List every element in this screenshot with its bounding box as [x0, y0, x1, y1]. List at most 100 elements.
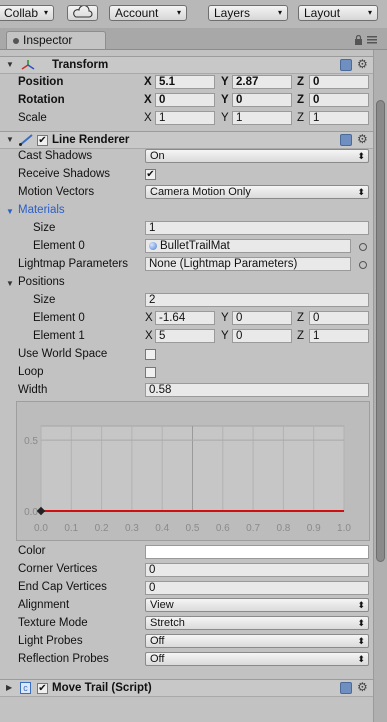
fold-arrow-icon[interactable]: ▼ — [6, 136, 14, 144]
width-field[interactable]: 0.58 — [145, 383, 369, 397]
use-world-space-checkbox[interactable] — [145, 349, 156, 360]
line-renderer-enabled-checkbox[interactable]: ✔ — [37, 135, 48, 146]
gear-icon[interactable]: ⚙ — [357, 57, 368, 71]
scale-y-label[interactable]: Y — [221, 112, 229, 124]
pos0-z-label[interactable]: Z — [297, 312, 304, 324]
width-curve-chart[interactable]: 0.0 0.1 0.2 0.3 0.4 0.5 0.6 0.7 0.8 0.9 1.0 0.5 0.0 — [17, 402, 369, 540]
lock-icon[interactable] — [354, 35, 363, 45]
positions-element0-label: Element 0 — [33, 312, 85, 324]
materials-size-field[interactable]: 1 — [145, 221, 369, 235]
updown-arrow-icon: ⬍ — [357, 151, 365, 161]
loop-checkbox[interactable] — [145, 367, 156, 378]
positions-fold-icon[interactable]: ▼ — [6, 280, 14, 288]
cast-shadows-label: Cast Shadows — [18, 150, 93, 162]
positions-label[interactable]: Positions — [18, 276, 65, 288]
reflection-probes-dropdown[interactable]: Off ⬍ — [145, 652, 369, 666]
tab-inspector[interactable]: Inspector — [6, 31, 106, 49]
pos1-x-field[interactable]: 5 — [155, 329, 215, 343]
motion-vectors-value: Camera Motion Only — [150, 186, 251, 198]
pos0-y-label[interactable]: Y — [221, 312, 229, 324]
texture-mode-value: Stretch — [150, 617, 185, 629]
pos0-x-field[interactable]: -1.64 — [155, 311, 215, 325]
inspector-scrollbar[interactable] — [373, 50, 387, 722]
help-book-icon[interactable] — [340, 134, 352, 146]
color-gradient-field[interactable] — [145, 545, 369, 559]
position-z-label[interactable]: Z — [297, 76, 304, 88]
move-trail-enabled-checkbox[interactable]: ✔ — [37, 683, 48, 694]
corner-vertices-field[interactable]: 0 — [145, 563, 369, 577]
materials-fold-icon[interactable]: ▼ — [6, 208, 14, 216]
position-z-field[interactable]: 0 — [309, 75, 369, 89]
updown-arrow-icon: ⬍ — [357, 618, 365, 628]
move-trail-header[interactable]: ▶ c ✔ Move Trail (Script) ⚙ — [0, 679, 373, 697]
fold-arrow-icon[interactable]: ▼ — [6, 61, 14, 69]
receive-shadows-checkbox[interactable]: ✔ — [145, 169, 156, 180]
updown-arrow-icon: ⬍ — [357, 636, 365, 646]
gear-icon[interactable]: ⚙ — [357, 680, 368, 694]
reflection-probes-label: Reflection Probes — [18, 653, 109, 665]
account-button[interactable]: Account ▾ — [109, 5, 187, 21]
gear-icon[interactable]: ⚙ — [357, 132, 368, 146]
material-object-field[interactable]: BulletTrailMat — [145, 239, 351, 253]
pos1-z-label[interactable]: Z — [297, 330, 304, 342]
rotation-label: Rotation — [18, 94, 65, 106]
pos0-x-label[interactable]: X — [145, 312, 153, 324]
collab-button[interactable]: Collab ▾ — [0, 5, 54, 21]
pos1-y-label[interactable]: Y — [221, 330, 229, 342]
help-book-icon[interactable] — [340, 59, 352, 71]
updown-arrow-icon: ⬍ — [357, 654, 365, 664]
position-y-field[interactable]: 2.87 — [232, 75, 292, 89]
width-curve-editor[interactable]: 0.0 0.1 0.2 0.3 0.4 0.5 0.6 0.7 0.8 0.9 1.0 0.5 0.0 — [16, 401, 370, 541]
material-sphere-icon — [149, 242, 157, 250]
pos1-x-label[interactable]: X — [145, 330, 153, 342]
line-renderer-header[interactable]: ▼ ✔ Line Renderer ⚙ — [0, 131, 373, 149]
x-tick-label: 0.1 — [64, 523, 78, 534]
rotation-y-field[interactable]: 0 — [232, 93, 292, 107]
cloud-button[interactable] — [67, 4, 98, 21]
cast-shadows-dropdown[interactable]: On ⬍ — [145, 149, 369, 163]
end-cap-vertices-field[interactable]: 0 — [145, 581, 369, 595]
position-x-field[interactable]: 5.1 — [155, 75, 215, 89]
position-x-label[interactable]: X — [144, 76, 152, 88]
positions-element1-label: Element 1 — [33, 330, 85, 342]
pos0-z-field[interactable]: 0 — [309, 311, 369, 325]
cast-shadows-value: On — [150, 150, 165, 162]
lightmap-parameters-label: Lightmap Parameters — [18, 258, 128, 270]
lightmap-parameters-field[interactable]: None (Lightmap Parameters) — [145, 257, 351, 271]
scale-y-field[interactable]: 1 — [232, 111, 292, 125]
rotation-z-label[interactable]: Z — [297, 94, 304, 106]
layout-button[interactable]: Layout ▾ — [298, 5, 378, 21]
materials-size-label: Size — [33, 222, 56, 234]
x-tick-label: 0.2 — [95, 523, 109, 534]
rotation-y-label[interactable]: Y — [221, 94, 229, 106]
texture-mode-dropdown[interactable]: Stretch ⬍ — [145, 616, 369, 630]
scale-x-label[interactable]: X — [144, 112, 152, 124]
pos1-z-field[interactable]: 1 — [309, 329, 369, 343]
object-picker-icon[interactable] — [359, 261, 367, 269]
rotation-z-field[interactable]: 0 — [309, 93, 369, 107]
help-book-icon[interactable] — [340, 682, 352, 694]
x-tick-label: 0.7 — [246, 523, 260, 534]
position-y-label[interactable]: Y — [221, 76, 229, 88]
object-picker-icon[interactable] — [359, 243, 367, 251]
loop-label: Loop — [18, 366, 44, 378]
menu-icon[interactable] — [367, 36, 377, 44]
transform-header[interactable]: ▼ Transform ⚙ — [0, 56, 373, 74]
positions-size-field[interactable]: 2 — [145, 293, 369, 307]
motion-vectors-dropdown[interactable]: Camera Motion Only ⬍ — [145, 185, 369, 199]
reflection-probes-value: Off — [150, 653, 165, 665]
light-probes-dropdown[interactable]: Off ⬍ — [145, 634, 369, 648]
transform-title: Transform — [52, 59, 109, 71]
pos1-y-field[interactable]: 0 — [232, 329, 292, 343]
pos0-y-field[interactable]: 0 — [232, 311, 292, 325]
materials-label[interactable]: Materials — [18, 204, 65, 216]
rotation-x-field[interactable]: 0 — [155, 93, 215, 107]
fold-arrow-icon[interactable]: ▶ — [6, 684, 14, 692]
scrollbar-thumb[interactable] — [376, 100, 385, 562]
rotation-x-label[interactable]: X — [144, 94, 152, 106]
scale-z-label[interactable]: Z — [297, 112, 304, 124]
layers-button[interactable]: Layers ▾ — [208, 5, 288, 21]
scale-z-field[interactable]: 1 — [309, 111, 369, 125]
scale-x-field[interactable]: 1 — [155, 111, 215, 125]
alignment-dropdown[interactable]: View ⬍ — [145, 598, 369, 612]
